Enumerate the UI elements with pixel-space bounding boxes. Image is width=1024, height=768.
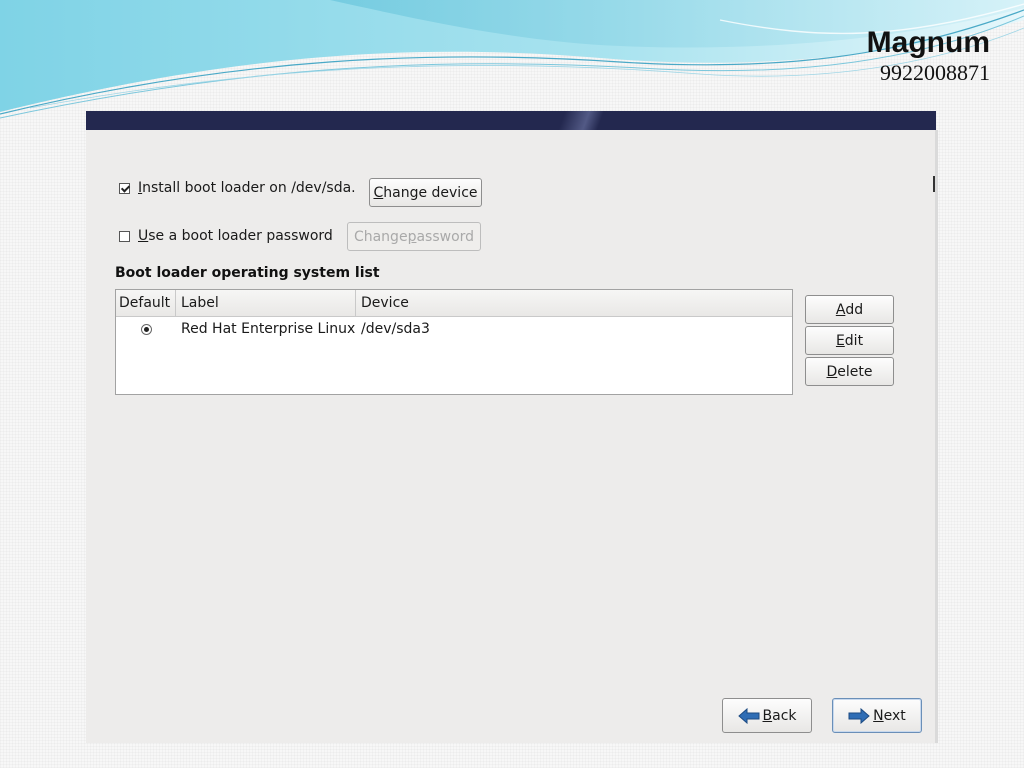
- row-device: /dev/sda3: [361, 321, 430, 337]
- os-list-table[interactable]: Default Label Device Red Hat Enterprise …: [115, 289, 793, 395]
- edit-button[interactable]: Edit: [805, 326, 894, 355]
- install-bootloader-row: Install boot loader on /dev/sda.: [119, 180, 356, 196]
- brand-name: Magnum: [866, 26, 990, 59]
- next-button[interactable]: Next: [832, 698, 922, 733]
- change-password-button[interactable]: Change p assword: [347, 222, 481, 251]
- change-device-button[interactable]: Change device: [369, 178, 482, 207]
- installer-window: Install boot loader on /dev/sda. Change …: [86, 111, 936, 743]
- arrow-left-icon: [737, 707, 759, 724]
- window-right-edge: [935, 130, 938, 743]
- install-bootloader-label[interactable]: Install boot loader on /dev/sda.: [138, 180, 356, 196]
- column-header-label[interactable]: Label: [176, 290, 356, 316]
- back-button[interactable]: Back: [722, 698, 812, 733]
- column-header-device[interactable]: Device: [356, 290, 792, 316]
- bootloader-password-checkbox[interactable]: [119, 230, 130, 242]
- table-row[interactable]: Red Hat Enterprise Linux /dev/sda3: [116, 317, 792, 341]
- brand-phone: 9922008871: [880, 60, 990, 85]
- delete-button[interactable]: Delete: [805, 357, 894, 386]
- os-list-title: Boot loader operating system list: [115, 265, 380, 281]
- brand-block: Magnum 9922008871: [867, 26, 990, 86]
- table-header: Default Label Device: [116, 290, 792, 317]
- default-os-radio[interactable]: [141, 323, 152, 335]
- password-row: Use a boot loader password: [119, 228, 333, 244]
- row-label: Red Hat Enterprise Linux: [181, 321, 356, 337]
- add-button[interactable]: Add: [805, 295, 894, 324]
- title-band: [86, 111, 936, 130]
- scroll-indicator[interactable]: [933, 176, 935, 192]
- install-bootloader-checkbox[interactable]: [119, 182, 130, 194]
- column-header-default[interactable]: Default: [116, 290, 176, 316]
- bootloader-password-label[interactable]: Use a boot loader password: [138, 228, 333, 244]
- arrow-right-icon: [848, 707, 870, 724]
